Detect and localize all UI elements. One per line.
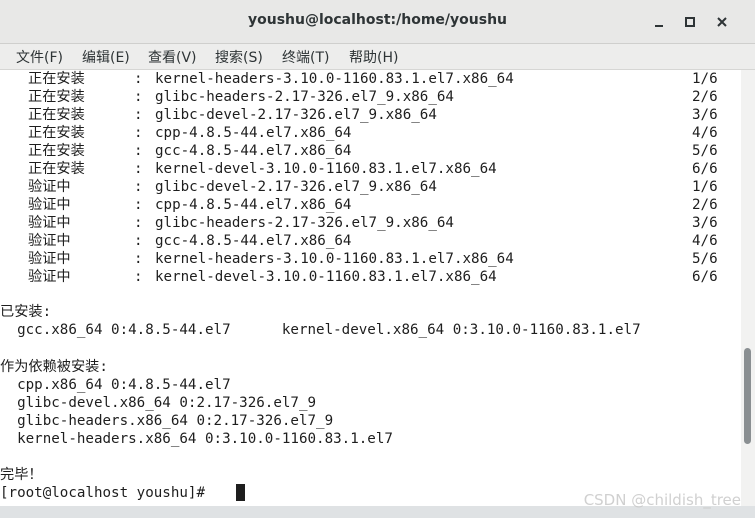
row-status: 正在安装 (28, 143, 85, 159)
row-package: kernel-headers-3.10.0-1160.83.1.el7.x86_… (155, 71, 514, 87)
row-package: glibc-devel-2.17-326.el7_9.x86_64 (155, 179, 437, 195)
row-progress: 1/6 (692, 71, 718, 87)
terminal-window: youshu@localhost:/home/youshu 文件(F) 编辑(E… (0, 0, 755, 518)
row-package: kernel-devel-3.10.0-1160.83.1.el7.x86_64 (155, 269, 497, 285)
scrollbar[interactable] (741, 70, 755, 506)
row-status: 验证中 (28, 197, 71, 213)
minimize-icon (655, 25, 663, 27)
row-separator: : (134, 107, 143, 123)
menu-help[interactable]: 帮助(H) (349, 47, 398, 67)
installed-heading: 已安装: (0, 304, 52, 320)
row-package: glibc-headers-2.17-326.el7_9.x86_64 (155, 215, 454, 231)
row-progress: 2/6 (692, 197, 718, 213)
row-status: 正在安装 (28, 161, 85, 177)
row-status: 验证中 (28, 251, 71, 267)
row-package: kernel-headers-3.10.0-1160.83.1.el7.x86_… (155, 251, 514, 267)
maximize-icon (685, 17, 695, 27)
minimize-button[interactable] (649, 12, 669, 32)
row-status: 验证中 (28, 215, 71, 231)
row-package: gcc-4.8.5-44.el7.x86_64 (155, 233, 352, 249)
row-status: 正在安装 (28, 71, 85, 87)
row-status: 验证中 (28, 269, 71, 285)
window-title: youshu@localhost:/home/youshu (247, 12, 508, 28)
menu-file[interactable]: 文件(F) (16, 47, 63, 67)
row-progress: 5/6 (692, 251, 718, 267)
row-progress: 5/6 (692, 143, 718, 159)
row-progress: 4/6 (692, 125, 718, 141)
row-package: cpp-4.8.5-44.el7.x86_64 (155, 125, 352, 141)
row-progress: 3/6 (692, 107, 718, 123)
row-separator: : (134, 71, 143, 87)
menu-view[interactable]: 查看(V) (148, 47, 197, 67)
close-button[interactable] (712, 12, 732, 32)
shell-prompt: [root@localhost youshu]# (0, 485, 214, 501)
row-progress: 6/6 (692, 269, 718, 285)
row-status: 验证中 (28, 179, 71, 195)
deps-line: glibc-devel.x86_64 0:2.17-326.el7_9 (0, 395, 317, 411)
deps-line: kernel-headers.x86_64 0:3.10.0-1160.83.1… (0, 431, 393, 447)
menu-edit[interactable]: 编辑(E) (82, 47, 130, 67)
row-progress: 1/6 (692, 179, 718, 195)
title-bar[interactable]: youshu@localhost:/home/youshu (0, 0, 755, 44)
terminal-output[interactable]: 已安装: gcc.x86_64 0:4.8.5-44.el7 kernel-de… (0, 70, 741, 506)
deps-line: glibc-headers.x86_64 0:2.17-326.el7_9 (0, 413, 334, 429)
menu-terminal[interactable]: 终端(T) (282, 47, 329, 67)
row-status: 验证中 (28, 233, 71, 249)
row-progress: 3/6 (692, 215, 718, 231)
row-package: glibc-headers-2.17-326.el7_9.x86_64 (155, 89, 454, 105)
row-separator: : (134, 233, 143, 249)
deps-heading: 作为依赖被安装: (0, 359, 108, 375)
row-separator: : (134, 89, 143, 105)
installed-line: gcc.x86_64 0:4.8.5-44.el7 kernel-devel.x… (0, 322, 641, 338)
row-progress: 4/6 (692, 233, 718, 249)
row-package: kernel-devel-3.10.0-1160.83.1.el7.x86_64 (155, 161, 497, 177)
row-package: gcc-4.8.5-44.el7.x86_64 (155, 143, 352, 159)
done-line: 完毕！ (0, 467, 43, 483)
row-status: 正在安装 (28, 125, 85, 141)
row-progress: 6/6 (692, 161, 718, 177)
row-status: 正在安装 (28, 89, 85, 105)
text-cursor (236, 484, 245, 501)
row-separator: : (134, 179, 143, 195)
row-separator: : (134, 215, 143, 231)
row-separator: : (134, 125, 143, 141)
row-separator: : (134, 143, 143, 159)
menu-search[interactable]: 搜索(S) (215, 47, 263, 67)
maximize-button[interactable] (680, 12, 700, 32)
menu-bar: 文件(F) 编辑(E) 查看(V) 搜索(S) 终端(T) 帮助(H) (0, 44, 755, 70)
deps-line: cpp.x86_64 0:4.8.5-44.el7 (0, 377, 231, 393)
row-separator: : (134, 161, 143, 177)
row-package: cpp-4.8.5-44.el7.x86_64 (155, 197, 352, 213)
close-icon (717, 17, 727, 27)
watermark-text: CSDN @childish_tree (583, 491, 741, 509)
row-status: 正在安装 (28, 107, 85, 123)
row-separator: : (134, 197, 143, 213)
row-separator: : (134, 269, 143, 285)
row-package: glibc-devel-2.17-326.el7_9.x86_64 (155, 107, 437, 123)
row-progress: 2/6 (692, 89, 718, 105)
row-separator: : (134, 251, 143, 267)
scrollbar-thumb[interactable] (744, 348, 751, 444)
